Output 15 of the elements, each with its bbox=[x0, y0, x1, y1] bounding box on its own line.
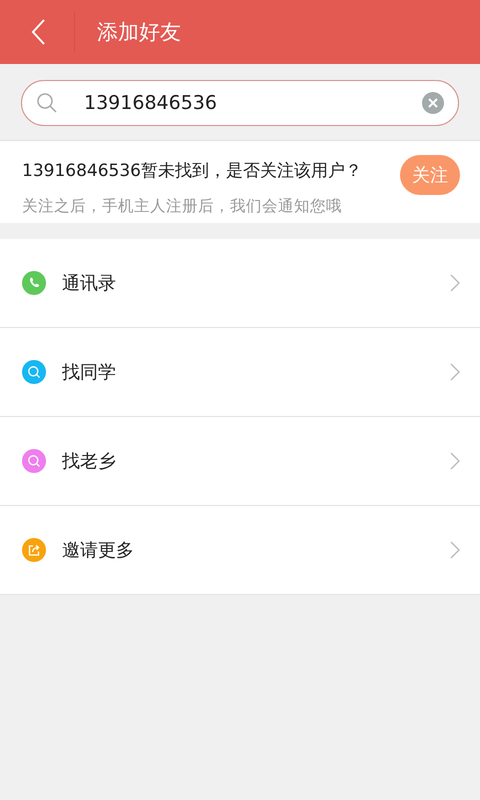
menu-item[interactable]: 通讯录 bbox=[0, 239, 480, 328]
chevron-icon bbox=[450, 274, 460, 292]
search-bar[interactable]: 13916846536 bbox=[21, 80, 459, 126]
clear-icon[interactable] bbox=[422, 92, 444, 114]
follow-hint: 关注之后，手机主人注册后，我们会通知您哦 bbox=[22, 196, 343, 217]
chevron-icon bbox=[450, 363, 460, 381]
page-title: 添加好友 bbox=[97, 19, 181, 46]
menu-item[interactable]: 邀请更多 bbox=[0, 506, 480, 595]
menu-item[interactable]: 找老乡 bbox=[0, 417, 480, 506]
search-icon bbox=[36, 92, 58, 114]
menu-item[interactable]: 找同学 bbox=[0, 328, 480, 417]
not-found-message: 13916846536暂未找到，是否关注该用户？ bbox=[22, 160, 363, 182]
chevron-icon bbox=[450, 452, 460, 470]
chevron-icon bbox=[450, 541, 460, 559]
search-field[interactable]: 13916846536 bbox=[82, 91, 422, 115]
